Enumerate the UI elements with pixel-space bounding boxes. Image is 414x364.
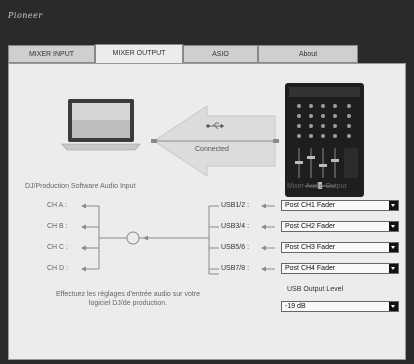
- right-routing-arrows: [264, 205, 275, 270]
- usb78-select[interactable]: Post CH4 Fader: [281, 263, 399, 274]
- usb56-value: Post CH3 Fader: [285, 244, 336, 251]
- usb78-label: USB7/8 :: [221, 265, 250, 272]
- usb-output-level-select[interactable]: -19 dB: [281, 301, 399, 312]
- mixer-output-panel: Connected DJ/Production Software Audio I…: [8, 63, 406, 360]
- tab-about[interactable]: About: [258, 45, 358, 63]
- software-input-title: DJ/Production Software Audio Input: [25, 183, 136, 190]
- dj-mixer-icon: [285, 83, 364, 197]
- left-routing-lines: [84, 205, 219, 275]
- tab-bar: MIXER INPUT MIXER OUTPUT ASIO About: [8, 44, 406, 64]
- channel-c-label: CH C :: [47, 244, 68, 251]
- usb12-value: Post CH1 Fader: [285, 202, 336, 209]
- tab-mixer-output[interactable]: MIXER OUTPUT: [95, 44, 183, 64]
- usb12-select[interactable]: Post CH1 Fader: [281, 200, 399, 211]
- usb-plug-left: [151, 139, 157, 143]
- usb34-select[interactable]: Post CH2 Fader: [281, 221, 399, 232]
- software-input-note: Effectuez les réglages d'entrée audio su…: [55, 291, 201, 307]
- laptop-icon: [61, 99, 141, 151]
- channel-b-label: CH B :: [47, 223, 68, 230]
- app-window: Pioneer MIXER INPUT MIXER OUTPUT ASIO Ab…: [0, 0, 414, 364]
- usb34-label: USB3/4 :: [221, 223, 250, 230]
- usb-output-level-value: -19 dB: [285, 303, 306, 310]
- chevron-down-icon: [389, 201, 398, 210]
- usb-output-level-label: USB Output Level: [287, 286, 344, 293]
- tab-mixer-input[interactable]: MIXER INPUT: [8, 45, 95, 63]
- connection-status: Connected: [195, 146, 229, 153]
- usb56-select[interactable]: Post CH3 Fader: [281, 242, 399, 253]
- usb-plug-right: [273, 139, 279, 143]
- mixer-output-title: Mixer Audio Output: [287, 183, 347, 190]
- usb12-label: USB1/2 :: [221, 202, 250, 209]
- diagram-graphics: [61, 83, 364, 275]
- usb34-value: Post CH2 Fader: [285, 223, 336, 230]
- tab-asio[interactable]: ASIO: [183, 45, 258, 63]
- chevron-down-icon: [389, 243, 398, 252]
- chevron-down-icon: [389, 222, 398, 231]
- chevron-down-icon: [389, 302, 398, 311]
- usb56-label: USB5/6 :: [221, 244, 250, 251]
- channel-a-label: CH A :: [47, 202, 67, 209]
- chevron-down-icon: [389, 264, 398, 273]
- usb78-value: Post CH4 Fader: [285, 265, 336, 272]
- pioneer-logo: Pioneer: [8, 11, 43, 20]
- channel-d-label: CH D :: [47, 265, 68, 272]
